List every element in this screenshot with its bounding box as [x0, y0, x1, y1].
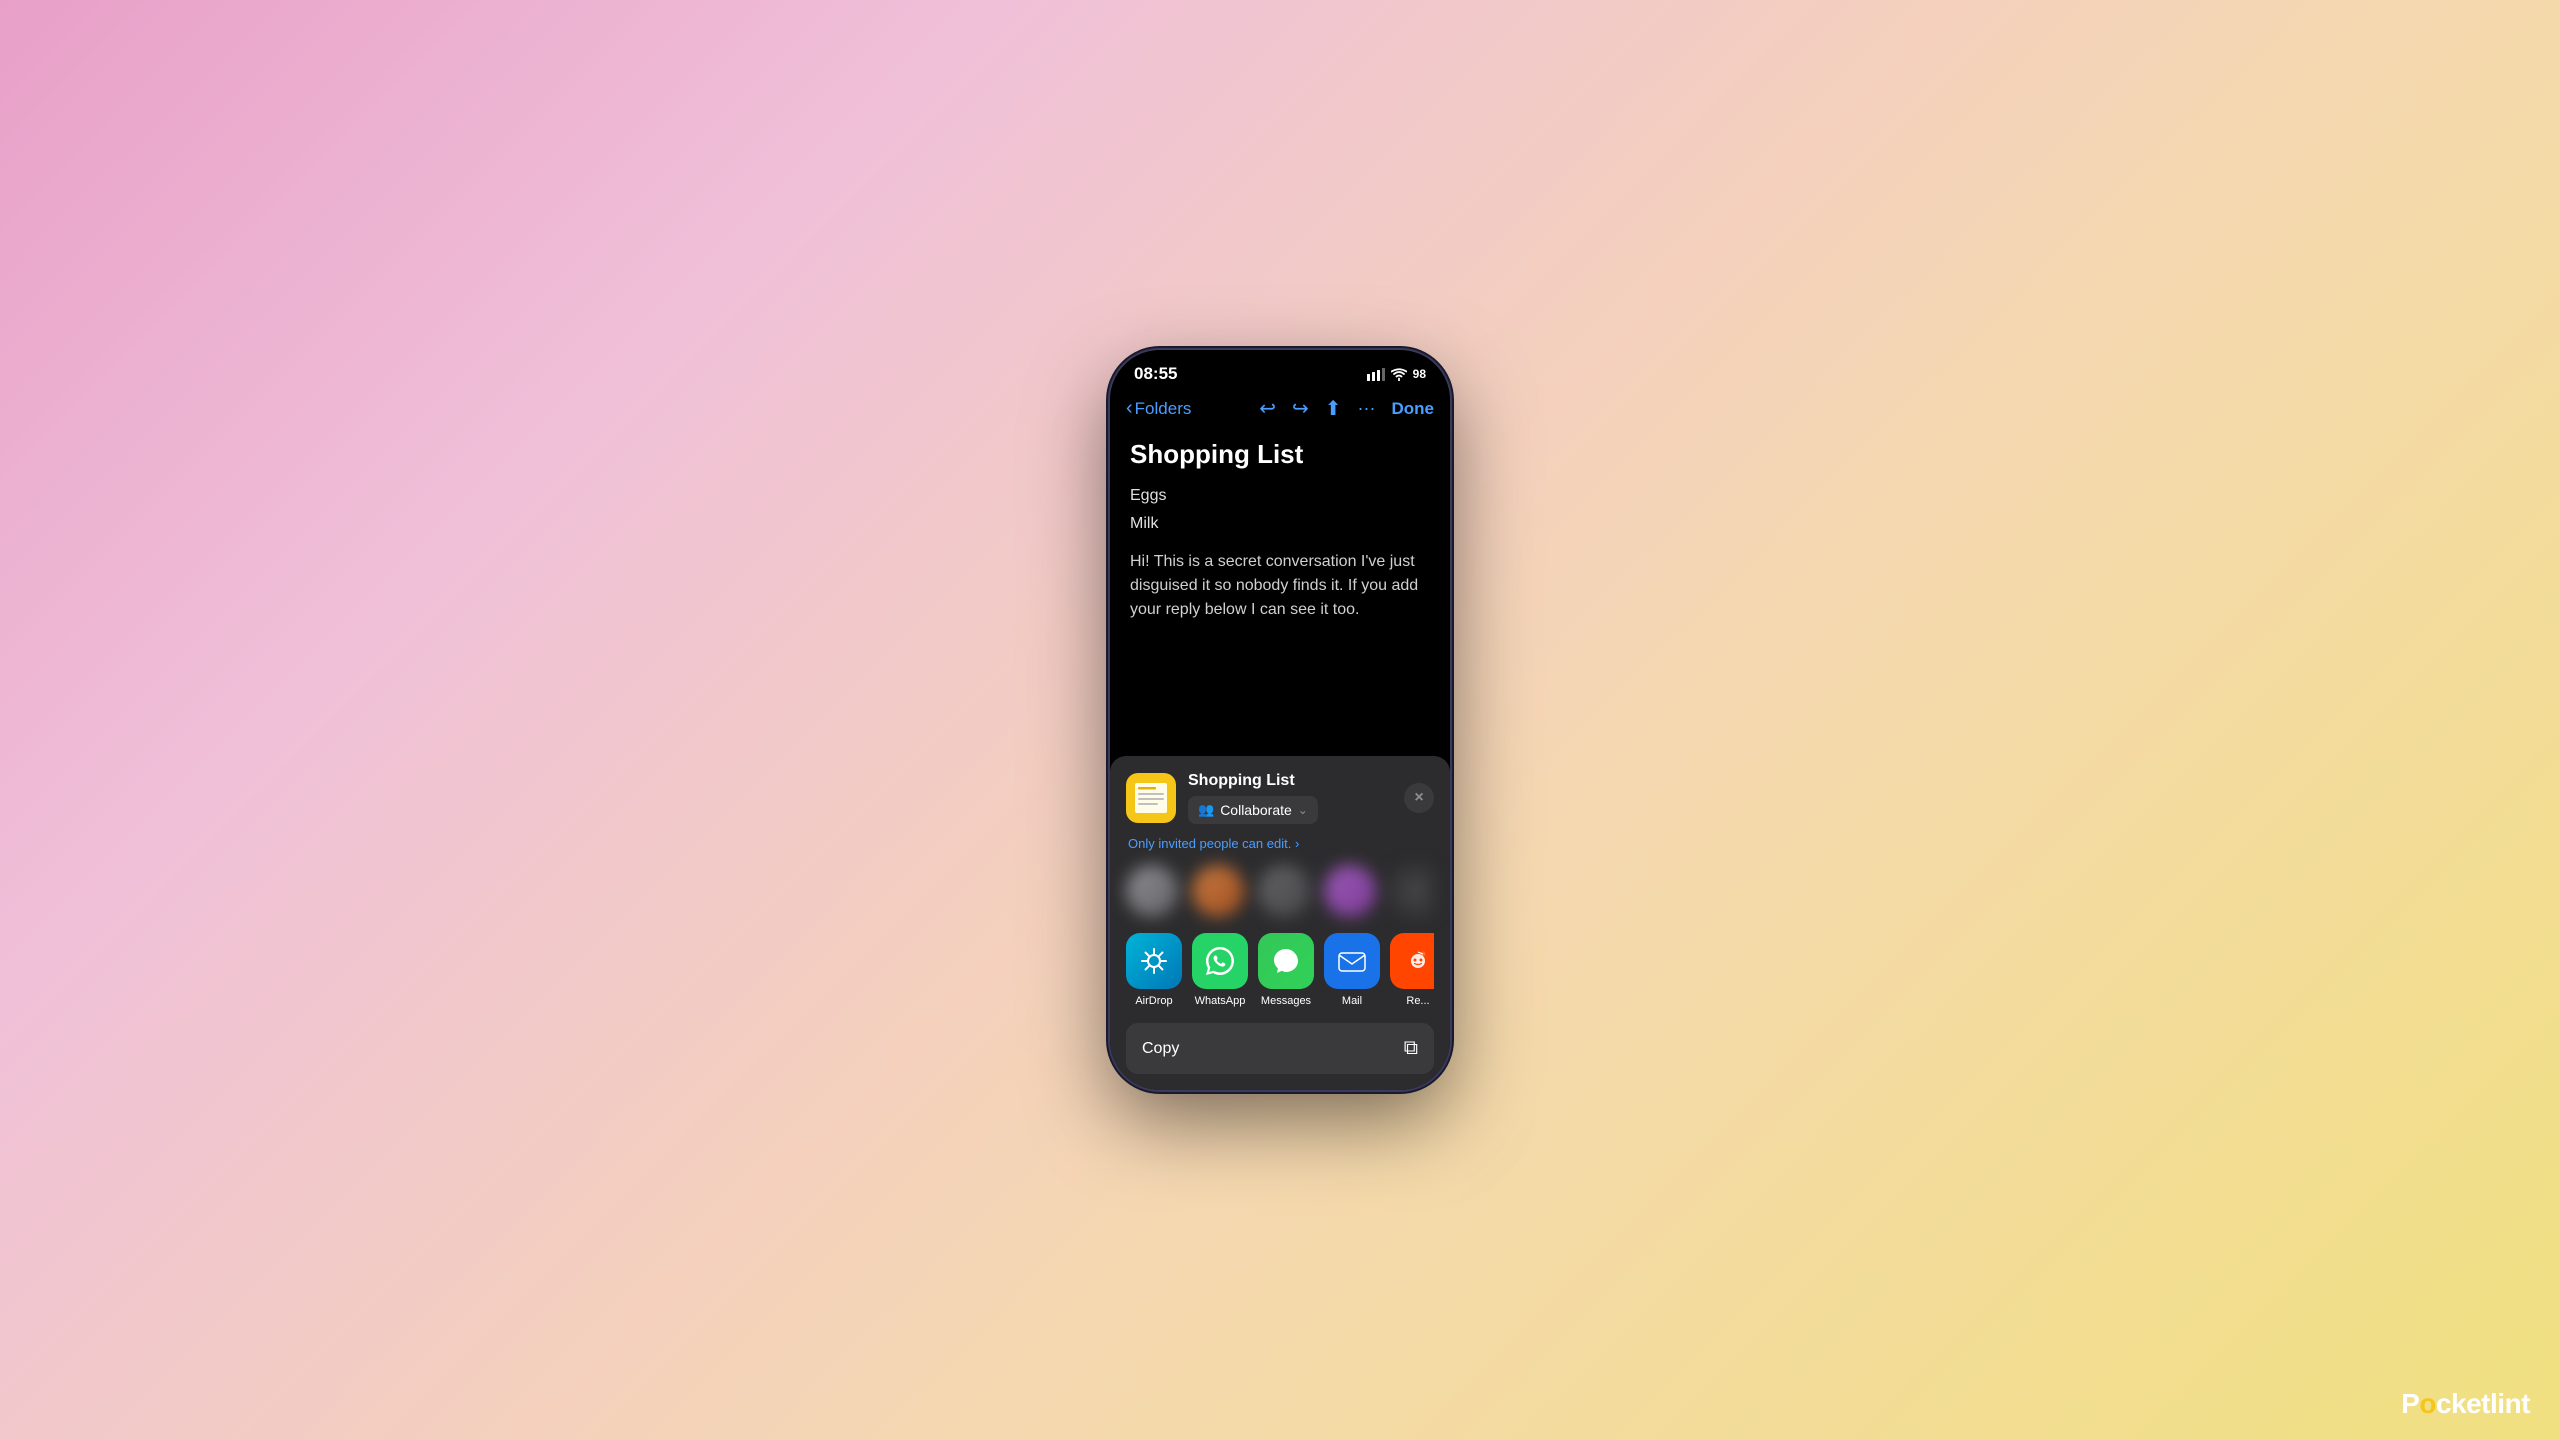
- reddit-svg: [1401, 944, 1434, 978]
- contact-4[interactable]: [1324, 865, 1376, 917]
- pocketlint-badge: Pocketlint: [2401, 1388, 2530, 1420]
- chevron-left-icon: ‹: [1126, 397, 1133, 420]
- redo-button[interactable]: ↪: [1292, 396, 1309, 421]
- copy-icon: ⧉: [1404, 1037, 1418, 1060]
- screen: 08:55 98: [1110, 350, 1450, 1090]
- close-icon: ×: [1414, 789, 1423, 807]
- mail-item[interactable]: Mail: [1324, 933, 1380, 1007]
- copy-button[interactable]: Copy ⧉: [1126, 1023, 1434, 1074]
- status-time: 08:55: [1134, 364, 1177, 384]
- airdrop-item[interactable]: AirDrop: [1126, 933, 1182, 1007]
- collaborate-label: Collaborate: [1220, 802, 1292, 818]
- contacts-row: +: [1126, 865, 1434, 917]
- mail-svg: [1335, 944, 1369, 978]
- avatar-4: [1324, 865, 1376, 917]
- share-button[interactable]: ⬆: [1325, 396, 1342, 421]
- contact-more[interactable]: +: [1390, 865, 1434, 917]
- wifi-icon: [1391, 368, 1407, 381]
- avatar-more: +: [1390, 865, 1434, 917]
- back-button[interactable]: ‹ Folders: [1126, 397, 1191, 420]
- note-title: Shopping List: [1130, 439, 1430, 470]
- note-item-eggs: Eggs: [1130, 484, 1430, 508]
- back-label[interactable]: Folders: [1135, 399, 1192, 419]
- nav-actions: ↩ ↪ ⬆ ··· Done: [1259, 396, 1434, 421]
- dynamic-island: [1220, 362, 1340, 398]
- done-button[interactable]: Done: [1392, 399, 1435, 419]
- copy-label: Copy: [1142, 1040, 1179, 1058]
- avatar-3: [1258, 865, 1310, 917]
- mail-label: Mail: [1342, 995, 1362, 1007]
- status-icons: 98: [1367, 367, 1426, 381]
- airdrop-label: AirDrop: [1135, 995, 1172, 1007]
- apps-row: AirDrop WhatsApp: [1126, 933, 1434, 1007]
- battery-icon: 98: [1413, 367, 1426, 381]
- whatsapp-icon: [1192, 933, 1248, 989]
- messages-svg: [1269, 944, 1303, 978]
- messages-icon: [1258, 933, 1314, 989]
- signal-icon: [1367, 368, 1385, 381]
- permission-arrow: ›: [1295, 836, 1299, 851]
- note-body: Eggs Milk Hi! This is a secret conversat…: [1130, 484, 1430, 622]
- undo-button[interactable]: ↩: [1259, 396, 1276, 421]
- contact-2[interactable]: [1192, 865, 1244, 917]
- share-title: Shopping List: [1188, 772, 1392, 790]
- notes-app-icon: [1126, 773, 1176, 823]
- airdrop-svg: [1138, 945, 1170, 977]
- more-button[interactable]: ···: [1358, 398, 1376, 419]
- whatsapp-svg: [1203, 944, 1237, 978]
- share-info: Shopping List 👥 Collaborate ⌄: [1188, 772, 1392, 824]
- note-body-text: Hi! This is a secret conversation I've j…: [1130, 550, 1430, 622]
- collaborate-button[interactable]: 👥 Collaborate ⌄: [1188, 796, 1318, 824]
- share-sheet: Shopping List 👥 Collaborate ⌄ × Only inv…: [1110, 756, 1450, 1090]
- collaborate-icon: 👥: [1198, 802, 1214, 818]
- whatsapp-label: WhatsApp: [1195, 995, 1246, 1007]
- avatar-2: [1192, 865, 1244, 917]
- contact-1[interactable]: [1126, 865, 1178, 917]
- share-header: Shopping List 👥 Collaborate ⌄ ×: [1126, 772, 1434, 824]
- messages-label: Messages: [1261, 995, 1311, 1007]
- share-permission: Only invited people can edit. ›: [1126, 836, 1434, 851]
- reddit-icon: [1390, 933, 1434, 989]
- whatsapp-item[interactable]: WhatsApp: [1192, 933, 1248, 1007]
- mail-icon: [1324, 933, 1380, 989]
- messages-item[interactable]: Messages: [1258, 933, 1314, 1007]
- phone-frame: 08:55 98: [1110, 350, 1450, 1090]
- chevron-down-icon: ⌄: [1298, 803, 1308, 817]
- contact-3[interactable]: [1258, 865, 1310, 917]
- avatar-1: [1126, 865, 1178, 917]
- reddit-item[interactable]: Re...: [1390, 933, 1434, 1007]
- reddit-label: Re...: [1406, 995, 1429, 1007]
- airdrop-icon: [1126, 933, 1182, 989]
- notes-icon-svg: [1129, 776, 1173, 820]
- close-button[interactable]: ×: [1404, 783, 1434, 813]
- note-item-milk: Milk: [1130, 512, 1430, 536]
